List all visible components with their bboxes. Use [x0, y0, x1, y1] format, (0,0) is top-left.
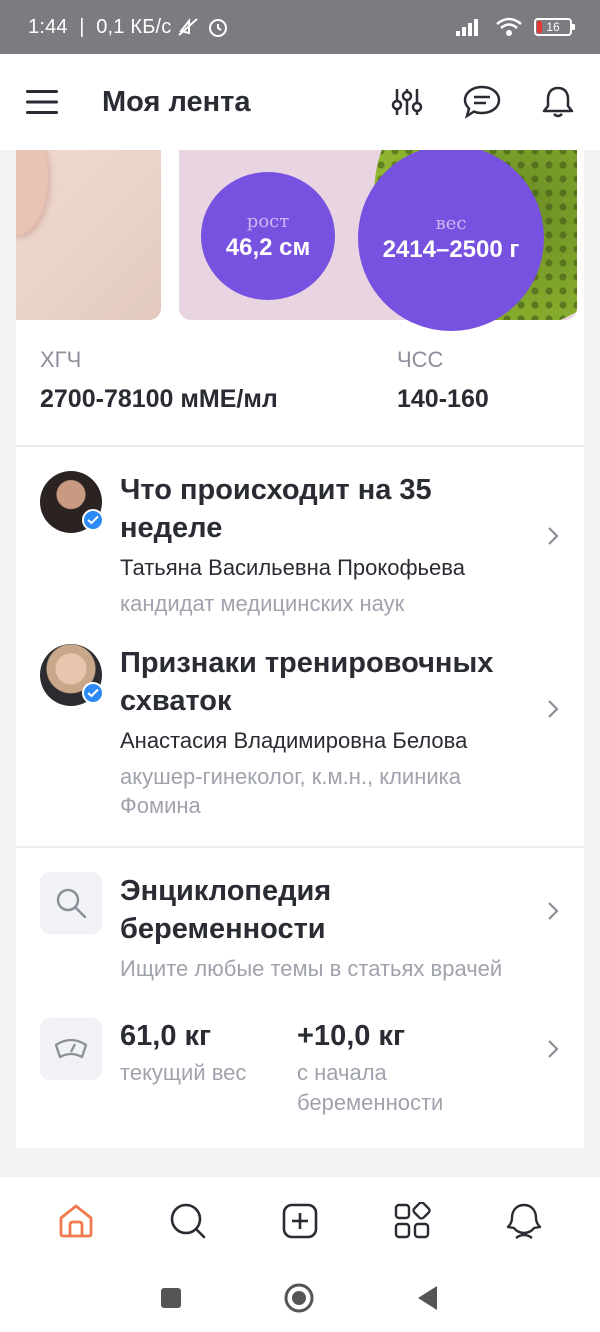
- search-icon[interactable]: [169, 1202, 207, 1240]
- bottom-navigation: [0, 1176, 600, 1264]
- page-title: Моя лента: [102, 85, 251, 118]
- fetus-card[interactable]: рост 46,2 см вес 2414–2500 г ХГЧ 2700-78…: [16, 150, 584, 445]
- chevron-right-icon: [546, 1038, 560, 1065]
- article-item[interactable]: Признаки тренировочных схваток Анастасия…: [16, 618, 584, 820]
- article-author: Анастасия Владимировна Белова: [120, 728, 468, 753]
- battery-icon: 16: [534, 18, 575, 36]
- lab-stats: ХГЧ 2700-78100 мМЕ/мл ЧСС 140-160: [16, 335, 584, 445]
- mute-icon: [178, 18, 199, 36]
- height-bubble: рост 46,2 см: [201, 172, 335, 300]
- app-header: Моя лента: [0, 54, 600, 150]
- menu-icon[interactable]: [24, 87, 60, 117]
- separator: |: [73, 15, 91, 38]
- chevron-right-icon: [546, 698, 560, 725]
- alarm-icon: [209, 19, 228, 37]
- back-icon[interactable]: [415, 1284, 441, 1312]
- signal-icon: [456, 19, 478, 36]
- battery-level: 16: [546, 20, 560, 34]
- chevron-right-icon: [546, 525, 560, 552]
- current-weight-value: 61,0 кг: [120, 1020, 212, 1052]
- feed-content: рост 46,2 см вес 2414–2500 г ХГЧ 2700-78…: [16, 150, 584, 1176]
- recent-apps-icon[interactable]: [159, 1286, 183, 1310]
- article-author: Татьяна Васильевна Прокофьева: [120, 555, 465, 580]
- author-role: кандидат медицинских наук: [120, 591, 405, 616]
- system-navigation: [0, 1264, 600, 1332]
- status-bar: 1:44 | 0,1 КБ/с 16: [0, 0, 600, 54]
- author-role: акушер-гинеколог, к.м.н., клиника Фомина: [120, 764, 461, 818]
- search-icon: [40, 872, 102, 934]
- weight-gain-label: с начала беременности: [297, 1060, 444, 1115]
- home-button-icon[interactable]: [283, 1282, 315, 1314]
- network-speed: 0,1 КБ/с: [96, 15, 172, 38]
- weight-gain-value: +10,0 кг: [297, 1020, 406, 1052]
- wifi-icon: [496, 17, 522, 36]
- article-item[interactable]: Что происходит на 35 неделе Татьяна Васи…: [16, 447, 584, 618]
- status-right: 16: [456, 17, 575, 37]
- verified-badge-icon: [82, 509, 104, 531]
- encyclopedia-item[interactable]: Энциклопедия беременности Ищите любые те…: [16, 848, 584, 984]
- article-title: Признаки тренировочных схваток: [120, 647, 494, 717]
- header-actions: [390, 84, 576, 120]
- height-value: 46,2 см: [225, 233, 311, 261]
- filter-icon[interactable]: [390, 85, 424, 119]
- heart-rate-value: 140-160: [397, 385, 489, 413]
- fetus-hero: рост 46,2 см вес 2414–2500 г: [16, 150, 584, 335]
- heart-rate-label: ЧСС: [397, 347, 444, 372]
- status-time: 1:44 | 0,1 КБ/с: [28, 16, 171, 39]
- article-title: Что происходит на 35 неделе: [120, 474, 432, 544]
- hcg-label: ХГЧ: [40, 347, 82, 372]
- verified-badge-icon: [82, 682, 104, 704]
- hcg-stat: ХГЧ 2700-78100 мМЕ/мл: [40, 335, 397, 445]
- weight-tracker-item[interactable]: 61,0 кг текущий вес +10,0 кг с начала бе…: [16, 984, 584, 1118]
- clock: 1:44: [28, 15, 68, 38]
- weight-values: 61,0 кг текущий вес +10,0 кг с начала бе…: [120, 1018, 520, 1118]
- encyclopedia-subtitle: Ищите любые темы в статьях врачей: [120, 956, 503, 981]
- weight-label: вес: [435, 212, 467, 234]
- current-weight: 61,0 кг текущий вес: [120, 1018, 297, 1118]
- bell-icon[interactable]: [540, 84, 576, 120]
- profile-icon[interactable]: [505, 1201, 543, 1241]
- services-grid-icon[interactable]: [393, 1201, 431, 1240]
- tools-card: Энциклопедия беременности Ищите любые те…: [16, 848, 584, 1148]
- author-avatar: [40, 644, 104, 706]
- weight-gain: +10,0 кг с начала беременности: [297, 1018, 474, 1118]
- encyclopedia-title: Энциклопедия беременности: [120, 875, 332, 945]
- status-icons: [177, 16, 229, 38]
- add-post-icon[interactable]: [281, 1202, 319, 1240]
- weight-value: 2414–2500 г: [382, 235, 520, 263]
- articles-card: Что происходит на 35 неделе Татьяна Васи…: [16, 447, 584, 846]
- author-avatar: [40, 471, 104, 533]
- hand-photo: [16, 150, 161, 320]
- hcg-value: 2700-78100 мМЕ/мл: [40, 385, 278, 413]
- chevron-right-icon: [546, 900, 560, 927]
- height-label: рост: [246, 210, 290, 232]
- heart-rate-stat: ЧСС 140-160: [397, 335, 489, 445]
- weight-bubble: вес 2414–2500 г: [358, 150, 544, 331]
- home-icon[interactable]: [57, 1203, 95, 1239]
- scale-icon: [40, 1018, 102, 1080]
- current-weight-label: текущий вес: [120, 1060, 247, 1085]
- chat-icon[interactable]: [462, 84, 502, 120]
